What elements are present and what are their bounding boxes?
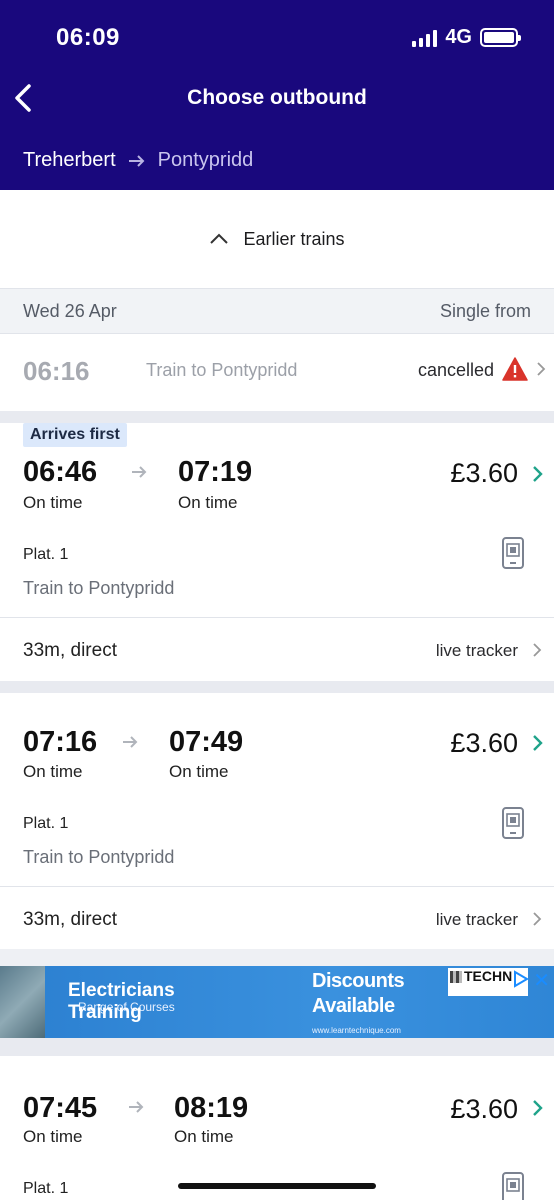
journey-card-3[interactable]: 07:45 08:19 On time On time £3.60 Plat. … [0, 1056, 554, 1200]
platform-label: Plat. 1 [23, 1180, 69, 1197]
ad-banner[interactable]: Range of Courses Electricians Training D… [0, 966, 554, 1038]
chevron-right-icon [533, 1100, 543, 1116]
mobile-ticket-icon [502, 807, 524, 839]
date-header: Wed 26 Apr Single from [0, 288, 554, 334]
chevron-right-icon [537, 362, 546, 376]
fare-price[interactable]: £3.60 [450, 728, 518, 759]
chevron-right-icon [533, 643, 542, 657]
origin-station: Treherbert [23, 149, 116, 171]
section-separator [0, 1038, 554, 1056]
platform-label: Plat. 1 [23, 815, 69, 832]
arrival-time: 08:19 [174, 1092, 249, 1124]
battery-icon [480, 28, 521, 47]
train-destination: Train to Pontypridd [23, 578, 175, 598]
travel-date: Wed 26 Apr [23, 300, 117, 321]
signal-icon [412, 29, 438, 47]
ad-image [0, 966, 45, 1038]
chevron-right-icon [533, 735, 543, 751]
platform-label: Plat. 1 [23, 546, 69, 563]
journey-duration: 33m, direct [23, 909, 117, 930]
fare-price[interactable]: £3.60 [450, 458, 518, 489]
arrives-first-badge: Arrives first [23, 423, 127, 447]
live-tracker-link[interactable]: live tracker [436, 910, 518, 930]
journey-duration: 33m, direct [23, 640, 117, 661]
earlier-trains-label: Earlier trains [243, 228, 345, 249]
ad-close-icon[interactable]: ✕ [533, 968, 550, 993]
ad-brand-name: TECHN [464, 968, 513, 984]
arrival-time: 07:49 [169, 726, 244, 758]
section-separator [0, 681, 554, 693]
ad-url: www.learntechnique.com [312, 1026, 401, 1035]
journey-card-1[interactable]: Arrives first 06:46 07:19 On time On tim… [0, 423, 554, 681]
departure-time: 07:45 [23, 1092, 98, 1124]
price-header: Single from [439, 300, 531, 321]
home-indicator[interactable] [178, 1183, 376, 1189]
ad-offer-line1: Discounts [312, 970, 405, 992]
arrival-status: On time [174, 1127, 234, 1146]
cancelled-departure-time: 06:16 [23, 356, 90, 386]
arrival-status: On time [178, 493, 238, 512]
train-destination: Train to Pontypridd [23, 847, 175, 867]
arrival-status: On time [169, 762, 229, 781]
divider [0, 886, 554, 887]
destination-station: Pontypridd [157, 149, 254, 171]
chevron-up-icon [210, 233, 229, 244]
cancelled-destination: Train to Pontypridd [146, 360, 298, 380]
ad-offer-line2: Available [312, 995, 395, 1017]
mobile-ticket-icon [502, 537, 524, 569]
departure-time: 07:16 [23, 726, 98, 758]
route-summary: Treherbert Pontypridd [23, 149, 253, 172]
mobile-ticket-icon [502, 1172, 524, 1200]
ad-choices-icon[interactable] [512, 970, 530, 988]
header: 06:09 4G Choose outbound Treherbert Pont… [0, 0, 554, 190]
status-indicators: 4G [412, 26, 521, 49]
departure-status: On time [23, 1127, 83, 1146]
departure-status: On time [23, 762, 83, 781]
arrow-right-icon [128, 154, 145, 167]
warning-icon [502, 357, 528, 381]
chevron-right-icon [533, 912, 542, 926]
earlier-trains-button[interactable]: Earlier trains [0, 190, 554, 288]
chevron-right-icon [533, 466, 543, 482]
live-tracker-link[interactable]: live tracker [436, 641, 518, 661]
page-title: Choose outbound [187, 86, 367, 109]
section-separator [0, 411, 554, 423]
arrow-right-icon [129, 1101, 144, 1113]
divider [0, 617, 554, 618]
departure-status: On time [23, 493, 83, 512]
departure-time: 06:46 [23, 456, 98, 488]
cancelled-status: cancelled [417, 360, 494, 380]
arrow-right-icon [123, 736, 138, 748]
arrow-right-icon [132, 466, 147, 478]
ad-heading: Electricians Training [68, 980, 175, 1023]
cancelled-train-row[interactable]: 06:16 Train to Pontypridd cancelled [0, 334, 554, 411]
network-type: 4G [445, 26, 472, 48]
status-time: 06:09 [56, 24, 120, 51]
arrival-time: 07:19 [178, 456, 253, 488]
fare-price[interactable]: £3.60 [450, 1094, 518, 1125]
journey-card-2[interactable]: 07:16 07:49 On time On time £3.60 Plat. … [0, 693, 554, 949]
